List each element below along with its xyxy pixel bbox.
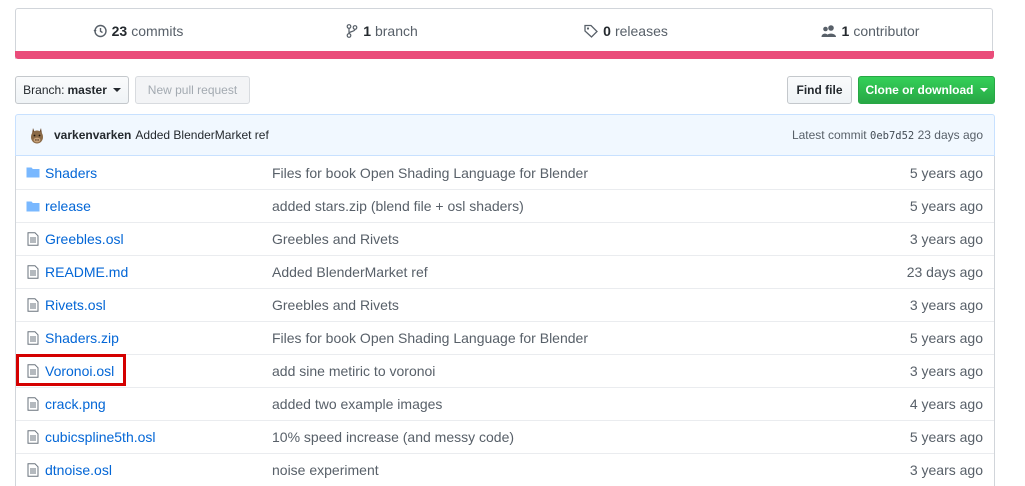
file-commit-message[interactable]: noise experiment: [272, 462, 379, 478]
file-age: 3 years ago: [909, 231, 983, 247]
branch-label: branch: [374, 22, 418, 39]
table-row: crack.png added two example images 4 yea…: [16, 387, 994, 420]
commit-sha-link[interactable]: 0eb7d52: [870, 130, 914, 142]
branch-name: master: [67, 83, 107, 97]
file-icon: [27, 298, 39, 312]
releases-label: releases: [614, 22, 668, 39]
folder-icon: [26, 167, 40, 178]
file-commit-message[interactable]: Files for book Open Shading Language for…: [272, 165, 588, 181]
file-age: 4 years ago: [909, 396, 983, 412]
commits-count: 23: [111, 22, 128, 39]
commit-author-link[interactable]: varkenvarken: [54, 128, 131, 142]
file-icon: [27, 265, 39, 279]
file-age: 5 years ago: [909, 164, 983, 181]
folder-icon: [26, 201, 40, 212]
table-row: Rivets.osl Greebles and Rivets 3 years a…: [16, 288, 994, 321]
branches-link[interactable]: 1 branch: [260, 9, 504, 52]
file-name-link[interactable]: cubicspline5th.osl: [45, 429, 156, 445]
file-name-link[interactable]: Shaders: [45, 165, 97, 181]
commit-age: 23 days ago: [917, 128, 983, 142]
commits-label: commits: [131, 22, 184, 39]
file-name-link[interactable]: release: [45, 198, 91, 214]
file-age: 3 years ago: [909, 462, 983, 478]
contributor-count: 1: [841, 22, 850, 39]
file-commit-message[interactable]: Greebles and Rivets: [272, 297, 399, 313]
table-row: release added stars.zip (blend file + os…: [16, 189, 994, 222]
file-icon: [27, 331, 39, 345]
history-icon: [93, 24, 107, 37]
table-row: Shaders.zip Files for book Open Shading …: [16, 321, 994, 354]
branch-prefix: Branch:: [23, 83, 65, 97]
table-row: Greebles.osl Greebles and Rivets 3 years…: [16, 222, 994, 255]
clone-download-button[interactable]: Clone or download: [858, 76, 995, 104]
contributors-link[interactable]: 1 contributor: [748, 9, 992, 52]
file-list: Shaders Files for book Open Shading Lang…: [15, 156, 995, 486]
contributor-label: contributor: [853, 22, 920, 39]
file-icon: [27, 463, 39, 477]
people-icon: [821, 24, 836, 37]
file-name-link[interactable]: Rivets.osl: [45, 297, 106, 313]
file-commit-message[interactable]: added two example images: [272, 396, 442, 412]
commits-link[interactable]: 23 commits: [16, 9, 260, 52]
language-bar[interactable]: [15, 51, 994, 59]
file-commit-message[interactable]: 10% speed increase (and messy code): [272, 429, 514, 445]
file-icon: [27, 232, 39, 246]
file-age: 5 years ago: [909, 330, 983, 346]
commit-message-link[interactable]: Added BlenderMarket ref: [135, 128, 268, 142]
file-age: 3 years ago: [909, 363, 983, 379]
file-name-link[interactable]: Greebles.osl: [45, 231, 124, 247]
latest-commit-info: Latest commit 0eb7d52 23 days ago: [792, 128, 983, 142]
file-name-link[interactable]: dtnoise.osl: [45, 462, 112, 478]
file-name-link[interactable]: Voronoi.osl: [45, 363, 114, 379]
latest-commit-bar: varkenvarken Added BlenderMarket ref Lat…: [15, 114, 995, 156]
find-file-button[interactable]: Find file: [787, 76, 852, 104]
caret-down-icon: [979, 88, 988, 92]
file-age: 3 years ago: [909, 297, 983, 313]
releases-count: 0: [603, 22, 611, 39]
caret-down-icon: [112, 88, 121, 92]
clone-download-label: Clone or download: [865, 83, 974, 97]
file-age: 5 years ago: [909, 429, 983, 445]
file-commit-message[interactable]: Greebles and Rivets: [272, 231, 399, 247]
table-row: README.md Added BlenderMarket ref 23 day…: [16, 255, 994, 288]
branch-select-button[interactable]: Branch: master: [15, 76, 129, 104]
table-row: dtnoise.osl noise experiment 3 years ago: [16, 453, 994, 486]
file-name-link[interactable]: Shaders.zip: [45, 330, 119, 346]
table-row: Voronoi.osl add sine metiric to voronoi …: [16, 354, 994, 387]
new-pull-request-button[interactable]: New pull request: [135, 76, 250, 104]
file-name-link[interactable]: crack.png: [45, 396, 106, 412]
file-commit-message[interactable]: Added BlenderMarket ref: [272, 264, 428, 280]
file-age: 5 years ago: [909, 198, 983, 214]
file-icon: [27, 430, 39, 444]
branch-icon: [346, 23, 358, 38]
file-commit-message[interactable]: add sine metiric to voronoi: [272, 363, 435, 379]
releases-link[interactable]: 0 releases: [504, 9, 748, 52]
file-name-link[interactable]: README.md: [45, 264, 128, 280]
file-age: 23 days ago: [906, 264, 983, 280]
file-icon: [27, 364, 39, 378]
table-row: cubicspline5th.osl 10% speed increase (a…: [16, 420, 994, 453]
tag-icon: [584, 24, 599, 38]
file-icon: [27, 397, 39, 411]
file-commit-message[interactable]: added stars.zip (blend file + osl shader…: [272, 198, 524, 214]
file-commit-message[interactable]: Files for book Open Shading Language for…: [272, 330, 588, 346]
table-row: Shaders Files for book Open Shading Lang…: [16, 156, 994, 189]
branch-count: 1: [363, 22, 371, 39]
latest-commit-label: Latest commit: [791, 128, 867, 142]
avatar[interactable]: [27, 125, 47, 145]
